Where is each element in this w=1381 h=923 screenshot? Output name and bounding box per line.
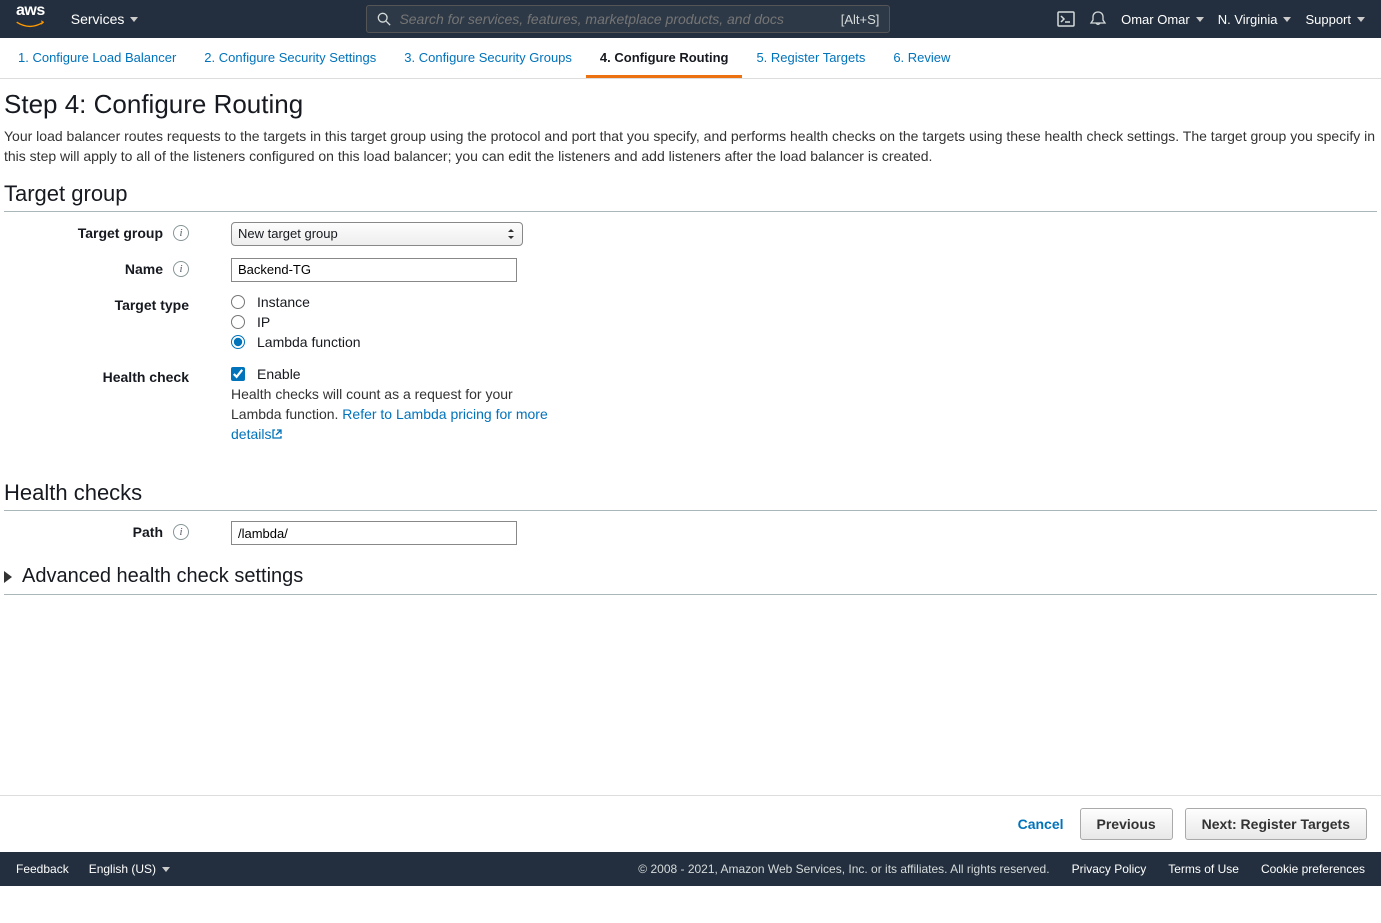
footer: Feedback English (US) © 2008 - 2021, Ama… <box>0 852 1381 886</box>
aws-logo[interactable]: aws <box>16 5 45 33</box>
language-selector[interactable]: English (US) <box>89 862 170 876</box>
checkbox-label-enable: Enable <box>257 366 301 382</box>
step-title: Step 4: Configure Routing <box>4 89 1377 120</box>
info-icon[interactable]: i <box>173 225 189 241</box>
radio-ip[interactable] <box>231 315 245 329</box>
account-label: Omar Omar <box>1121 12 1190 27</box>
external-link-icon <box>271 428 283 440</box>
search-shortcut: [Alt+S] <box>841 12 880 27</box>
section-target-group: Target group <box>4 181 1377 212</box>
search-box[interactable]: [Alt+S] <box>366 5 890 33</box>
cancel-button[interactable]: Cancel <box>1014 808 1068 840</box>
advanced-label: Advanced health check settings <box>22 565 303 588</box>
info-icon[interactable]: i <box>173 524 189 540</box>
cookie-link[interactable]: Cookie preferences <box>1261 862 1365 876</box>
tab-register-targets[interactable]: 5. Register Targets <box>742 38 879 78</box>
top-nav: aws Services [Alt+S] Omar Omar N. Virgin… <box>0 0 1381 38</box>
main-content: Step 4: Configure Routing Your load bala… <box>0 79 1381 595</box>
search-icon <box>377 12 391 26</box>
search-input[interactable] <box>399 11 840 27</box>
privacy-link[interactable]: Privacy Policy <box>1072 862 1147 876</box>
services-menu[interactable]: Services <box>63 11 147 27</box>
support-menu[interactable]: Support <box>1305 12 1365 27</box>
select-arrow-icon <box>506 228 516 240</box>
tab-configure-routing[interactable]: 4. Configure Routing <box>586 38 743 78</box>
terms-link[interactable]: Terms of Use <box>1168 862 1239 876</box>
health-check-note: Health checks will count as a request fo… <box>231 384 561 445</box>
support-label: Support <box>1305 12 1351 27</box>
label-name: Name <box>125 261 163 277</box>
caret-down-icon <box>130 17 138 22</box>
tab-configure-security-settings[interactable]: 2. Configure Security Settings <box>190 38 390 78</box>
services-label: Services <box>71 11 125 27</box>
caret-down-icon <box>162 867 170 872</box>
radio-label-ip: IP <box>257 314 270 330</box>
info-icon[interactable]: i <box>173 261 189 277</box>
radio-instance[interactable] <box>231 295 245 309</box>
cloudshell-icon[interactable] <box>1057 10 1075 28</box>
radio-label-lambda: Lambda function <box>257 334 361 350</box>
wizard-tabs: 1. Configure Load Balancer 2. Configure … <box>0 38 1381 79</box>
copyright: © 2008 - 2021, Amazon Web Services, Inc.… <box>638 862 1049 876</box>
tab-configure-security-groups[interactable]: 3. Configure Security Groups <box>390 38 586 78</box>
label-health-check: Health check <box>103 369 189 385</box>
name-input[interactable] <box>231 258 517 282</box>
caret-down-icon <box>1196 17 1204 22</box>
radio-lambda[interactable] <box>231 335 245 349</box>
tab-configure-load-balancer[interactable]: 1. Configure Load Balancer <box>4 38 190 78</box>
radio-label-instance: Instance <box>257 294 310 310</box>
checkbox-enable-health-check[interactable] <box>231 367 245 381</box>
region-menu[interactable]: N. Virginia <box>1218 12 1292 27</box>
language-label: English (US) <box>89 862 156 876</box>
action-bar: Cancel Previous Next: Register Targets <box>0 795 1381 852</box>
label-target-type: Target type <box>115 297 189 313</box>
target-group-select[interactable]: New target group <box>231 222 523 246</box>
region-label: N. Virginia <box>1218 12 1278 27</box>
advanced-health-check-toggle[interactable]: Advanced health check settings <box>4 565 1377 595</box>
path-input[interactable] <box>231 521 517 545</box>
section-health-checks: Health checks <box>4 480 1377 511</box>
expand-arrow-icon <box>4 571 12 583</box>
next-button[interactable]: Next: Register Targets <box>1185 808 1367 840</box>
account-menu[interactable]: Omar Omar <box>1121 12 1204 27</box>
feedback-link[interactable]: Feedback <box>16 862 69 876</box>
label-target-group: Target group <box>78 225 163 241</box>
aws-smile-icon <box>16 20 44 30</box>
bell-icon[interactable] <box>1089 10 1107 28</box>
caret-down-icon <box>1357 17 1365 22</box>
step-description: Your load balancer routes requests to th… <box>4 126 1377 167</box>
tab-review[interactable]: 6. Review <box>879 38 964 78</box>
previous-button[interactable]: Previous <box>1080 808 1173 840</box>
label-path: Path <box>133 524 163 540</box>
target-group-selected: New target group <box>238 226 338 241</box>
caret-down-icon <box>1283 17 1291 22</box>
